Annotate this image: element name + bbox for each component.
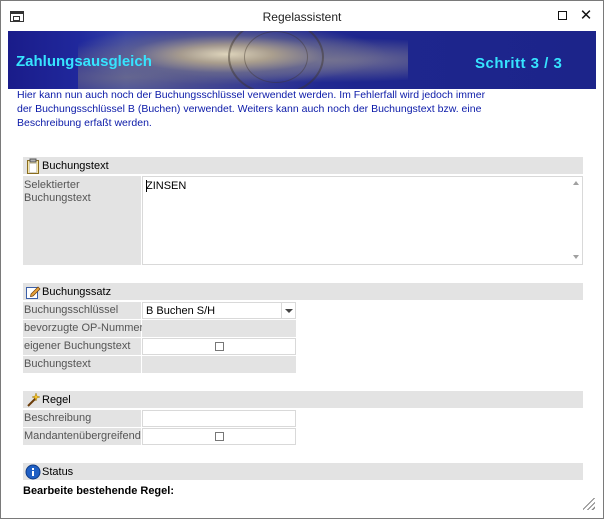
maximize-icon — [557, 10, 567, 20]
section-header-status: Status — [23, 463, 583, 480]
eigener-buchungstext-checkbox[interactable] — [215, 342, 224, 351]
intro-text: Hier kann nun auch noch der Buchungsschl… — [17, 89, 486, 129]
op-nummer-field — [142, 320, 296, 337]
step-indicator: Schritt 3 / 3 — [475, 55, 563, 72]
window-title: Regelassistent — [262, 10, 342, 24]
scroll-up-arrow-icon[interactable] — [573, 181, 579, 185]
scroll-down-arrow-icon[interactable] — [573, 255, 579, 259]
chevron-down-icon[interactable] — [281, 303, 295, 318]
mandantenuebergreifend-cell — [142, 428, 296, 445]
banner-title: Zahlungsausgleich — [16, 53, 152, 70]
section-header-buchungssatz: Buchungssatz — [23, 283, 583, 300]
eigener-buchungstext-label: eigener Buchungstext — [23, 338, 141, 355]
section-title-buchungstext: Buchungstext — [42, 159, 109, 172]
close-button[interactable]: ✕ — [575, 5, 597, 25]
section-title-regel: Regel — [42, 393, 71, 406]
wizard-banner: Zahlungsausgleich Schritt 3 / 3 — [8, 31, 596, 89]
clipboard-icon — [27, 158, 39, 174]
buchungstext-field — [142, 356, 296, 373]
buchungstext-value: ZINSEN — [146, 180, 187, 192]
beschreibung-input[interactable] — [142, 410, 296, 427]
buchungsschluessel-label: Buchungsschlüssel — [23, 302, 141, 319]
section-title-buchungssatz: Buchungssatz — [42, 285, 112, 298]
status-message: Bearbeite bestehende Regel: — [23, 485, 174, 497]
resize-grip-icon[interactable] — [583, 498, 595, 510]
buchungsschluessel-select[interactable]: B Buchen S/H — [142, 302, 296, 319]
beschreibung-label: Beschreibung — [23, 410, 141, 427]
section-title-status: Status — [42, 465, 74, 478]
section-header-regel: Regel — [23, 391, 583, 408]
mandantenuebergreifend-checkbox[interactable] — [215, 432, 224, 441]
buchungstext-textarea[interactable]: ZINSEN — [142, 176, 583, 265]
op-nummer-label: bevorzugte OP-Nummer — [23, 320, 143, 337]
compass-inner-ring-decoration — [244, 31, 308, 83]
edit-icon — [26, 286, 41, 299]
text-caret — [146, 180, 147, 192]
mandantenuebergreifend-label: Mandantenübergreifend — [23, 428, 141, 445]
info-icon — [25, 464, 41, 479]
buchungstext-label: Buchungstext — [23, 356, 141, 373]
section-header-buchungstext: Buchungstext — [23, 157, 583, 174]
wand-icon — [27, 391, 41, 407]
title-bar: Regelassistent ✕ — [1, 1, 603, 31]
buchungsschluessel-value: B Buchen S/H — [146, 305, 216, 317]
eigener-buchungstext-cell — [142, 338, 296, 355]
maximize-button[interactable] — [551, 5, 573, 25]
selected-buchungstext-label: Selektierter Buchungstext — [23, 176, 141, 265]
regelassistent-window: Regelassistent ✕ Zahlungsausgleich Schri… — [0, 0, 604, 519]
